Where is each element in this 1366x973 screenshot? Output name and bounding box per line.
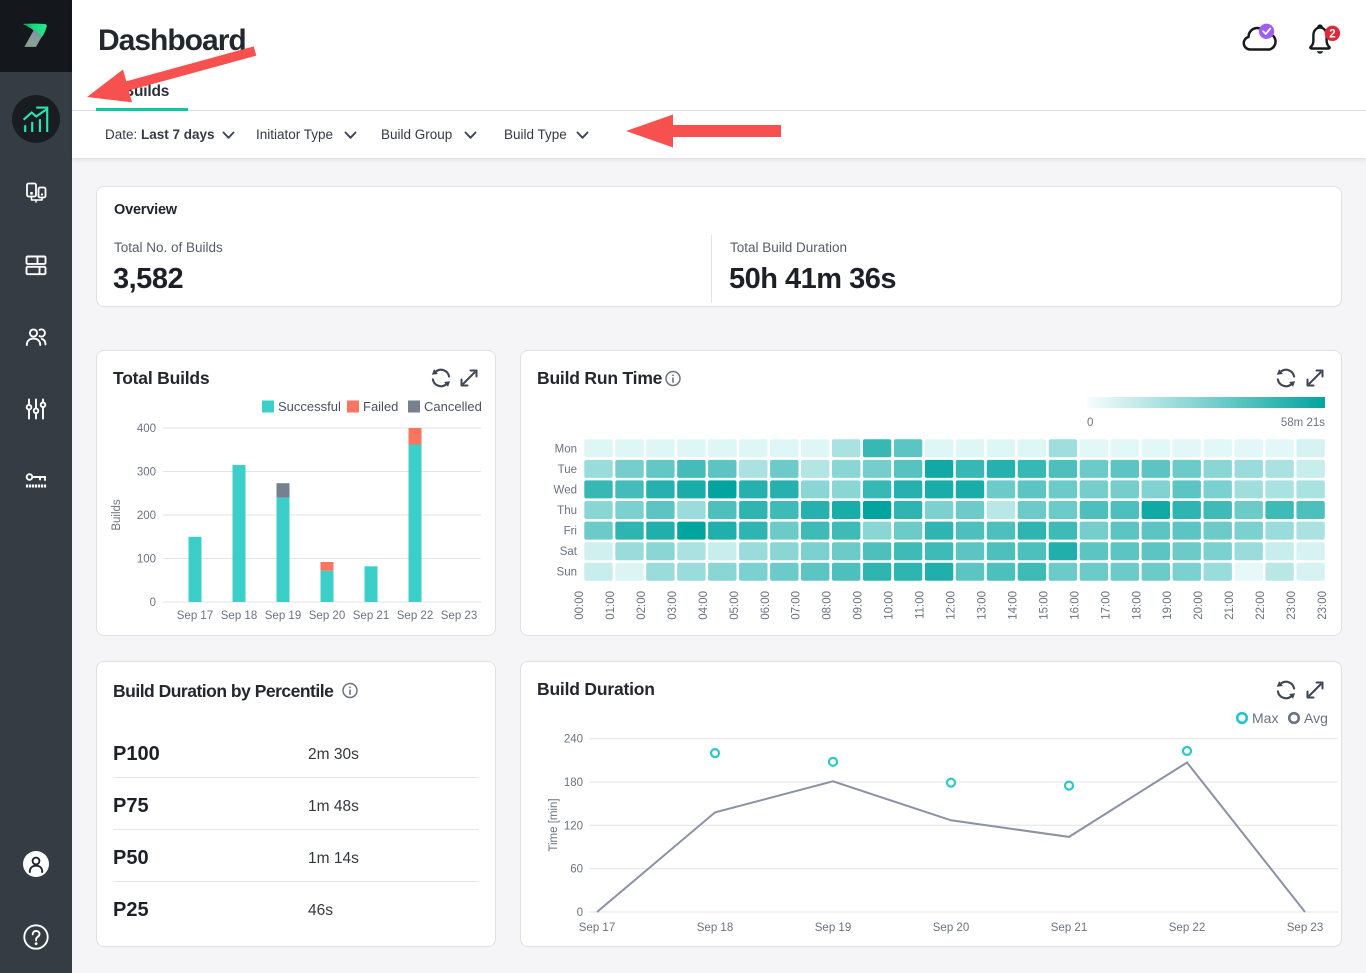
svg-text:Time [min]: Time [min]: [548, 798, 560, 851]
svg-text:Mon: Mon: [555, 443, 577, 455]
svg-text:04:00: 04:00: [698, 591, 710, 620]
svg-text:05:00: 05:00: [729, 591, 741, 620]
svg-text:120: 120: [564, 820, 583, 832]
svg-text:15:00: 15:00: [1038, 591, 1050, 620]
svg-text:Sep 19: Sep 19: [265, 610, 301, 622]
svg-text:Successful: Successful: [278, 399, 341, 414]
svg-text:16:00: 16:00: [1069, 591, 1081, 620]
svg-text:03:00: 03:00: [667, 591, 679, 620]
svg-text:23:00: 23:00: [1286, 591, 1298, 620]
svg-text:11:00: 11:00: [915, 591, 927, 619]
svg-text:Sep 20: Sep 20: [309, 610, 345, 622]
svg-text:Sat: Sat: [560, 546, 578, 558]
svg-text:01:00: 01:00: [605, 591, 617, 620]
svg-text:19:00: 19:00: [1162, 591, 1174, 620]
svg-text:Sep 18: Sep 18: [221, 610, 257, 622]
svg-text:00:00: 00:00: [574, 591, 586, 620]
svg-text:13:00: 13:00: [977, 591, 989, 620]
svg-text:Sep 17: Sep 17: [579, 922, 615, 934]
svg-text:02:00: 02:00: [636, 591, 648, 620]
svg-text:12:00: 12:00: [946, 591, 958, 620]
svg-text:Avg: Avg: [1304, 710, 1328, 726]
svg-text:Sun: Sun: [557, 567, 577, 579]
svg-text:2: 2: [1329, 28, 1335, 40]
svg-text:0: 0: [577, 907, 583, 919]
svg-text:58m 21s: 58m 21s: [1281, 417, 1325, 429]
svg-text:Thu: Thu: [557, 505, 577, 517]
svg-text:Sep 23: Sep 23: [1287, 922, 1323, 934]
svg-text:Max: Max: [1252, 710, 1278, 726]
svg-text:Builds: Builds: [111, 499, 123, 531]
svg-text:180: 180: [564, 777, 583, 789]
svg-text:100: 100: [137, 554, 156, 566]
svg-text:400: 400: [137, 423, 156, 435]
svg-text:Sep 22: Sep 22: [1169, 922, 1205, 934]
svg-text:18:00: 18:00: [1131, 591, 1143, 620]
svg-text:Failed: Failed: [363, 399, 398, 414]
svg-text:09:00: 09:00: [853, 591, 865, 620]
svg-text:Wed: Wed: [554, 484, 577, 496]
svg-text:23:00: 23:00: [1317, 591, 1329, 620]
svg-text:Sep 21: Sep 21: [1051, 922, 1087, 934]
svg-text:22:00: 22:00: [1255, 591, 1267, 620]
svg-text:07:00: 07:00: [791, 591, 803, 620]
svg-text:08:00: 08:00: [822, 591, 834, 620]
svg-text:21:00: 21:00: [1224, 591, 1236, 620]
svg-text:300: 300: [137, 467, 156, 479]
svg-text:14:00: 14:00: [1007, 591, 1019, 620]
svg-text:Sep 23: Sep 23: [441, 610, 477, 622]
svg-text:240: 240: [564, 734, 583, 746]
svg-text:06:00: 06:00: [760, 591, 772, 620]
svg-text:Sep 20: Sep 20: [933, 922, 969, 934]
svg-text:20:00: 20:00: [1193, 591, 1205, 620]
svg-text:Sep 22: Sep 22: [397, 610, 433, 622]
svg-text:0: 0: [1087, 417, 1093, 429]
svg-text:Fri: Fri: [564, 526, 577, 538]
svg-text:Tue: Tue: [558, 464, 577, 476]
svg-text:17:00: 17:00: [1100, 591, 1112, 620]
svg-text:Cancelled: Cancelled: [424, 399, 482, 414]
svg-text:0: 0: [150, 597, 156, 609]
svg-text:Sep 19: Sep 19: [815, 922, 851, 934]
svg-text:10:00: 10:00: [884, 591, 896, 620]
svg-text:60: 60: [570, 864, 583, 876]
svg-text:200: 200: [137, 510, 156, 522]
svg-text:Sep 18: Sep 18: [697, 922, 733, 934]
svg-text:Sep 21: Sep 21: [353, 610, 389, 622]
svg-text:Sep 17: Sep 17: [177, 610, 213, 622]
